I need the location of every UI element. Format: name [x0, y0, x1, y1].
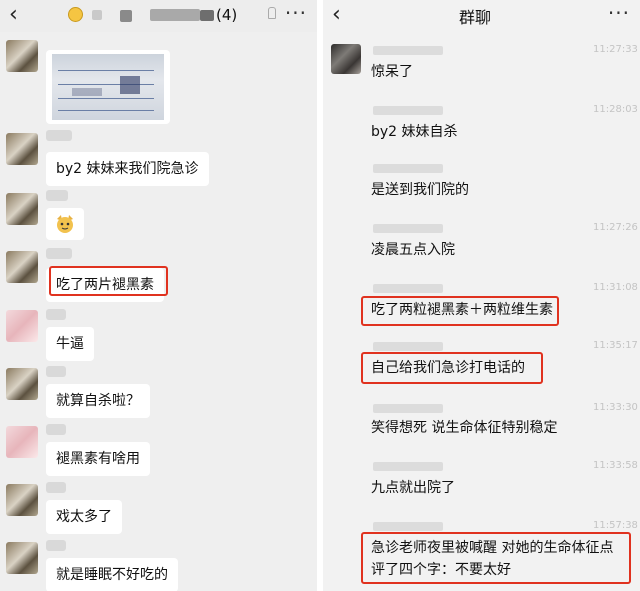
avatar[interactable]: [331, 44, 361, 74]
highlight-box: [361, 352, 543, 384]
sticker-bubble[interactable]: [46, 208, 84, 240]
highlight-box: [361, 532, 631, 584]
sender-name-blurred: [373, 462, 443, 471]
sender-name-blurred: [46, 540, 66, 551]
message-text[interactable]: 凌晨五点入院: [371, 240, 455, 260]
back-arrow-icon[interactable]: ‹: [9, 3, 18, 27]
blurred-title-fragment: [120, 10, 132, 22]
timestamp: 11:31:08: [593, 282, 638, 293]
avatar[interactable]: [6, 40, 38, 72]
blurred-title-fragment: [200, 10, 214, 21]
highlight-box: [49, 266, 168, 296]
sender-name-blurred: [46, 424, 66, 435]
sender-name-blurred: [373, 284, 443, 293]
sender-name-blurred: [46, 190, 68, 201]
sender-name-blurred: [373, 404, 443, 413]
message-bubble[interactable]: 褪黑素有啥用: [46, 442, 150, 476]
timestamp: 11:27:26: [593, 222, 638, 233]
page-title: 群聊: [459, 8, 492, 27]
avatar[interactable]: [6, 542, 38, 574]
highlight-box: [361, 296, 559, 326]
panel-divider: [317, 0, 323, 591]
message-text[interactable]: 惊呆了: [371, 62, 413, 82]
avatar[interactable]: [6, 368, 38, 400]
blurred-title-fragment: [150, 9, 200, 21]
sender-name-blurred: [373, 46, 443, 55]
more-options-icon[interactable]: ···: [285, 1, 307, 25]
timestamp: 11:33:58: [593, 460, 638, 471]
right-chat-panel: ‹ 群聊 ··· 11:27:33 惊呆了 11:28:03 by2 妹妹自杀 …: [323, 0, 640, 591]
right-top-bar: ‹ 群聊 ···: [323, 0, 640, 32]
message-text[interactable]: 是送到我们院的: [371, 180, 469, 200]
blurred-title-fragment: [92, 10, 102, 20]
pin-icon: [268, 7, 276, 19]
more-options-icon[interactable]: ···: [608, 1, 630, 25]
sender-name-blurred: [373, 342, 443, 351]
back-arrow-icon[interactable]: ‹: [332, 3, 341, 27]
sender-name-blurred: [373, 164, 443, 173]
sender-name-blurred: [46, 366, 66, 377]
sender-name-blurred: [373, 522, 443, 531]
sender-name-blurred: [373, 224, 443, 233]
left-top-bar: ‹ (4) ···: [0, 0, 317, 32]
avatar[interactable]: [6, 310, 38, 342]
timestamp: 11:28:03: [593, 104, 638, 115]
message-text[interactable]: 九点就出院了: [371, 478, 455, 498]
timestamp: 11:35:17: [593, 340, 638, 351]
message-bubble[interactable]: 牛逼: [46, 327, 94, 361]
message-text[interactable]: 笑得想死 说生命体征特别稳定: [371, 418, 557, 438]
document-photo: [52, 54, 164, 120]
message-bubble[interactable]: 就算自杀啦？: [46, 384, 150, 418]
avatar[interactable]: [6, 133, 38, 165]
smiley-icon: [68, 7, 83, 22]
avatar[interactable]: [6, 484, 38, 516]
timestamp: 11:57:38: [593, 520, 638, 531]
avatar[interactable]: [6, 426, 38, 458]
cat-emoji-icon: [57, 215, 73, 233]
sender-name-blurred: [46, 482, 66, 493]
message-text[interactable]: by2 妹妹自杀: [371, 122, 458, 142]
avatar[interactable]: [6, 251, 38, 283]
sender-name-blurred: [373, 106, 443, 115]
sender-name-blurred: [46, 309, 66, 320]
avatar[interactable]: [6, 193, 38, 225]
message-bubble[interactable]: 戏太多了: [46, 500, 122, 534]
sender-name-blurred: [46, 130, 72, 141]
image-message[interactable]: [46, 50, 170, 124]
timestamp: 11:27:33: [593, 44, 638, 55]
left-chat-panel: ‹ (4) ··· by2 妹妹来我们院急诊 吃了两片褪黑素 牛逼 就算自杀啦？…: [0, 0, 317, 591]
message-bubble[interactable]: by2 妹妹来我们院急诊: [46, 152, 209, 186]
timestamp: 11:33:30: [593, 402, 638, 413]
member-count: (4): [216, 6, 238, 24]
sender-name-blurred: [46, 248, 72, 259]
message-bubble[interactable]: 就是睡眠不好吃的: [46, 558, 178, 591]
